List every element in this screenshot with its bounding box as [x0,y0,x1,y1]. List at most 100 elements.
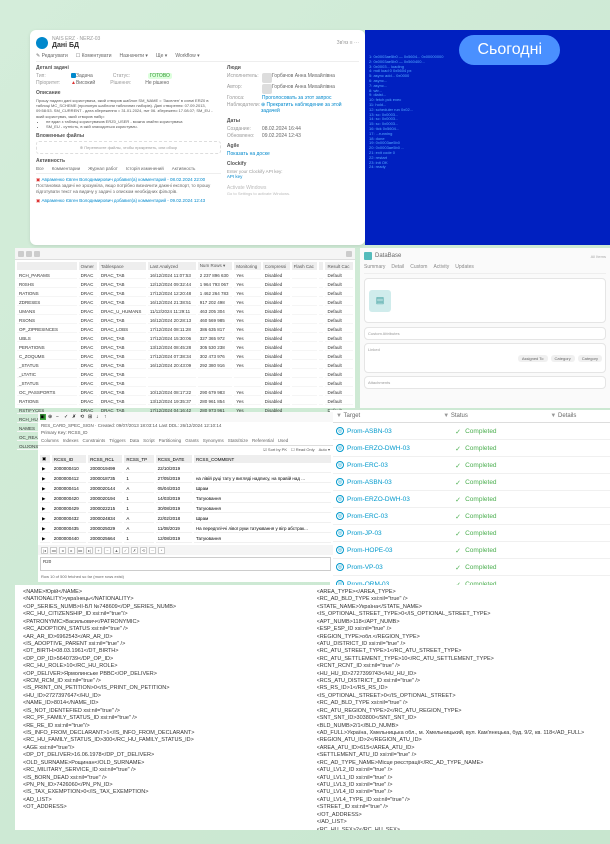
col-target[interactable]: Target [344,413,361,419]
comment-author-2[interactable]: Авраменко Євген Володимирович добавил(а)… [42,198,206,203]
table-row[interactable]: OC_PASSPORTSDRACDRAC_TAB10/12/2024 08:17… [17,389,353,396]
sql-tab[interactable]: Triggers [109,438,125,443]
promo-row[interactable]: ◎Prom-ASBN-03✓Completed [330,423,610,440]
toolbar-icon[interactable] [346,251,352,257]
sql-filter-input[interactable]: R20 [40,557,331,571]
nav-button[interactable]: ◂ [59,547,66,554]
sql-tab[interactable]: Partitioning [159,438,182,443]
activity-tab[interactable]: Комментарии [52,166,80,171]
toolbar-icon[interactable] [26,251,32,257]
nav-button[interactable]: |◂ [41,547,48,554]
watch-link[interactable]: ⊕ Прекратить наблюдение за этой задачей [261,102,359,114]
promo-row[interactable]: ◎Prom-ASBN-03✓Completed [330,474,610,491]
sql-grid[interactable]: ▣RCSS_IDRCSS_RCLRCSS_TPRCSS_DATERCSS_COM… [38,453,333,545]
table-row[interactable]: R0SHSDRACDRAC_TAB12/12/2024 09:32:441 96… [17,281,353,288]
sql-tab[interactable]: Script [143,438,155,443]
filter-icon[interactable]: ▼ [443,413,449,419]
toolbar-icon[interactable]: ▣ [40,414,46,420]
table-row[interactable]: ▶20000004122000018735127/05/2019на лівій… [40,475,331,483]
filter-icon[interactable]: ▼ [550,413,556,419]
activity-tab[interactable]: Журнал работ [88,166,118,171]
table-row[interactable]: RSONSDRACDRAC_TAB16/12/2024 20:28:13460 … [17,317,353,324]
sql-tab[interactable]: Indexes [63,438,79,443]
table-row[interactable]: ▶20000004142000020144А05/04/2010Шрам [40,485,331,493]
task-tab[interactable]: Назначити ▾ [120,53,148,59]
comment-author-1[interactable]: Авраменко Євген Володимирович добавил(а)… [42,177,206,182]
promo-row[interactable]: ◎Prom-JP-03✓Completed [330,525,610,542]
table-row[interactable]: ▶20000004292000022215130/08/2019Татуюван… [40,505,331,513]
sql-tab[interactable]: Columns [41,438,59,443]
db-col-header[interactable]: Owner [79,262,97,270]
table-row[interactable]: PERATIONSDRACDRAC_TAB13/12/2024 08:45:28… [17,344,353,351]
toolbar-icon[interactable]: − [56,414,62,420]
nav-button[interactable]: ▲ [113,547,120,554]
db-col-header[interactable]: Flash Cac [292,262,318,270]
col-status[interactable]: Status [451,413,468,419]
attachment-dropzone[interactable]: ⊕ Перенесите файлы, чтобы прикрепить, ил… [36,141,221,154]
sql-tab[interactable]: Constraints [83,438,106,443]
activity-tab[interactable]: Активность [172,166,196,171]
promo-row[interactable]: ◎Prom-VP-03✓Completed [330,559,610,576]
readonly-checkbox[interactable]: ☐ Read Only [291,447,315,452]
db-col-header[interactable]: Result Cac [325,262,353,270]
table-row[interactable]: ▶20000004102000019499А22/10/2019 [40,465,331,473]
db-col-header[interactable] [17,262,77,270]
toolbar-icon[interactable]: ⊞ [88,414,94,420]
db-col-header[interactable]: Num Rows ▾ [198,262,233,270]
toolbar-icon[interactable]: ✓ [64,414,70,420]
table-row[interactable]: ▶20000004402000025664112/08/2019Татуюван… [40,535,331,543]
nav-button[interactable]: ⋯ [149,547,156,554]
toolbar-icon[interactable]: ⟲ [80,414,86,420]
db-col-header[interactable]: Compressi [263,262,290,270]
sql-tab[interactable]: Synonyms [203,438,224,443]
nav-button[interactable]: + [95,547,102,554]
promo-row[interactable]: ◎Prom-HOPE-03✓Completed [330,542,610,559]
api-key-link[interactable]: API key [227,174,359,179]
pill[interactable]: Assigned To [518,355,548,362]
db-col-header[interactable]: Monitoring [234,262,260,270]
nav-button[interactable]: * [158,547,165,554]
activity-tab[interactable]: Історія изменений [126,166,164,171]
db-tab[interactable]: Updates [455,264,474,270]
sql-tab[interactable]: Stats/Size [228,438,248,443]
toolbar-icon[interactable]: ↑ [104,414,110,420]
promo-row[interactable]: ◎Prom-ERZO-DWH-03✓Completed [330,491,610,508]
db-tab[interactable]: Detail [391,264,404,270]
task-tab[interactable]: Ще ▾ [156,53,167,59]
nav-button[interactable]: − [104,547,111,554]
sql-tab[interactable]: Referential [252,438,274,443]
table-row[interactable]: ▶20000004322000024834А22/02/2018Шрам [40,515,331,523]
table-row[interactable]: RATIONSDRACDRAC_TAB17/12/2024 12:20:481 … [17,290,353,297]
table-row[interactable]: ▶20000004202000020194114/03/2019Татуюван… [40,495,331,503]
sql-tab[interactable]: Grants [185,438,199,443]
nav-button[interactable]: ◂◂ [50,547,57,554]
promo-row[interactable]: ◎Prom-ERC-03✓Completed [330,508,610,525]
table-row[interactable]: C_ZOQUMSDRACDRAC_TAB17/12/2024 07:38:343… [17,353,353,360]
table-row[interactable]: _LTATICDRACDRAC_TABDisabledDefault [17,371,353,378]
table-row[interactable]: UBLSDRACDRAC_TAB17/12/2024 15:30:06327 3… [17,335,353,342]
task-tab[interactable]: ✎ Редагувати [36,53,68,59]
db-col-header[interactable]: Tablespace [99,262,146,270]
db-col-header[interactable]: Last Analyzed [148,262,196,270]
promo-row[interactable]: ◎Prom-ERZO-DWH-03✓Completed [330,440,610,457]
nav-button[interactable]: ▸| [86,547,93,554]
col-details[interactable]: Details [558,413,576,419]
table-row[interactable]: RCH_PARAMSDRACDRAC_TAB16/12/2024 11:07:5… [17,272,353,279]
table-row[interactable]: OP_ZIPRESINCESDRACDRAC_LOBS17/12/2024 08… [17,326,353,333]
toolbar-icon[interactable]: ⊕ [48,414,54,420]
pill[interactable]: Category [578,355,602,362]
nav-button[interactable]: ▸▸ [77,547,84,554]
sql-col-header[interactable]: RCSS_ID [52,455,86,463]
db-col-header[interactable] [319,262,323,270]
activity-tab[interactable]: Все [36,166,44,171]
sql-col-header[interactable]: RCSS_RCL [88,455,122,463]
vote-link[interactable]: Проголосовать за этот запрос [262,95,332,101]
db-tab[interactable]: Custom [410,264,427,270]
table-row[interactable]: ▶20000004352000025029А11/08/2019На перед… [40,525,331,533]
table-row[interactable]: RATIONSDRACDRAC_TAB13/12/2024 19:35:3728… [17,398,353,405]
filter-icon[interactable]: ▼ [336,413,342,419]
task-tab[interactable]: ☐ Коментувати [76,53,112,59]
sql-col-header[interactable]: RCSS_DATE [156,455,192,463]
nav-button[interactable]: ✗ [131,547,138,554]
agile-link[interactable]: Показать на доске [227,151,359,157]
